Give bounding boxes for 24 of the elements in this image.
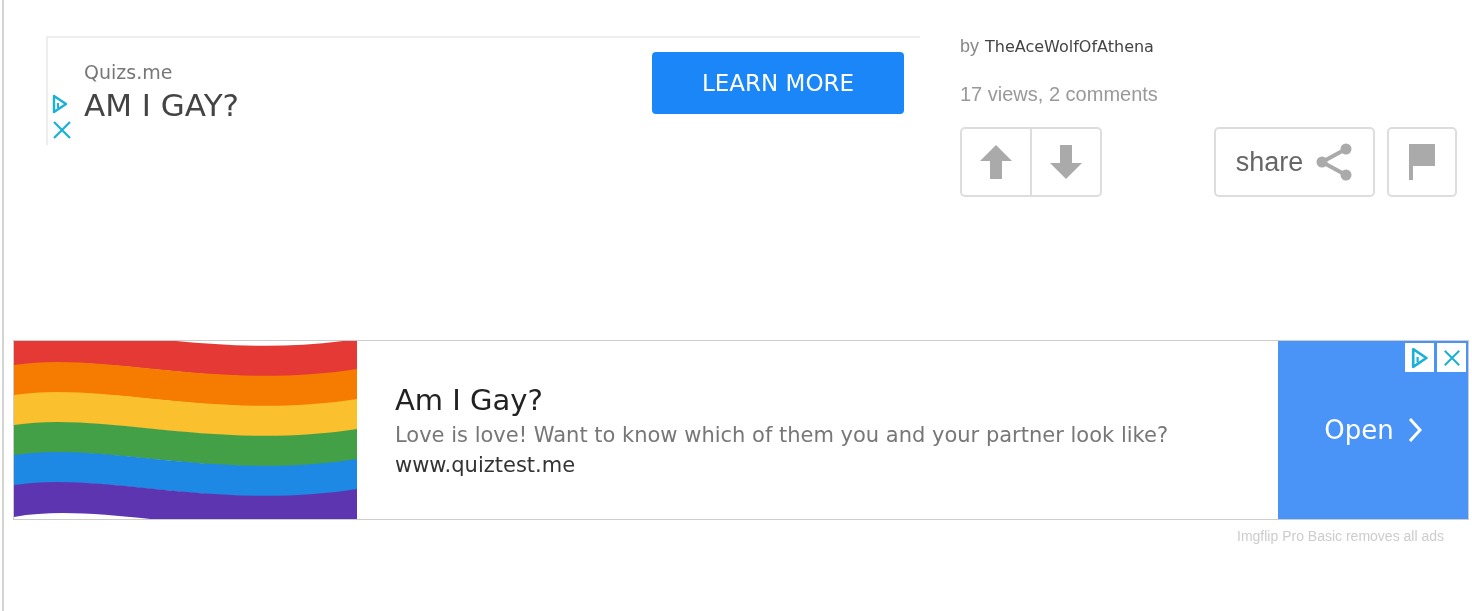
ad-banner[interactable]: Quizs.me AM I GAY? LEARN MORE — [46, 36, 920, 145]
ad-choices-icon[interactable] — [52, 94, 68, 114]
by-label: by — [960, 36, 979, 57]
learn-more-button[interactable]: LEARN MORE — [652, 51, 904, 114]
up-arrow-icon — [980, 145, 1012, 179]
ad-choices-icon[interactable] — [1410, 346, 1429, 369]
ad-headline: AM I GAY? — [84, 86, 240, 123]
ad-brand: Quizs.me — [84, 60, 174, 83]
share-icon — [1315, 143, 1354, 181]
close-icon[interactable] — [52, 120, 72, 140]
ad-description: Love is love! Want to know which of them you and your partner look like? — [395, 423, 1170, 447]
ad-banner[interactable]: Am I Gay? Love is love! Want to know which of them you and your partner look like? www.quiztest.me Open — [13, 340, 1469, 520]
ad-title: Am I Gay? — [395, 383, 544, 417]
flag-icon — [1409, 144, 1435, 180]
downvote-button[interactable] — [1031, 127, 1102, 197]
ad-url: www.quiztest.me — [395, 453, 577, 477]
view-stats: 17 views, 2 comments — [960, 83, 1159, 106]
close-icon[interactable] — [1442, 348, 1461, 367]
upvote-button[interactable] — [960, 127, 1031, 197]
flag-button[interactable] — [1387, 127, 1457, 197]
author-link[interactable]: TheAceWolfOfAthena — [985, 37, 1154, 56]
chevron-right-icon — [1407, 417, 1422, 443]
share-button[interactable]: share — [1214, 127, 1375, 197]
down-arrow-icon — [1050, 145, 1082, 179]
